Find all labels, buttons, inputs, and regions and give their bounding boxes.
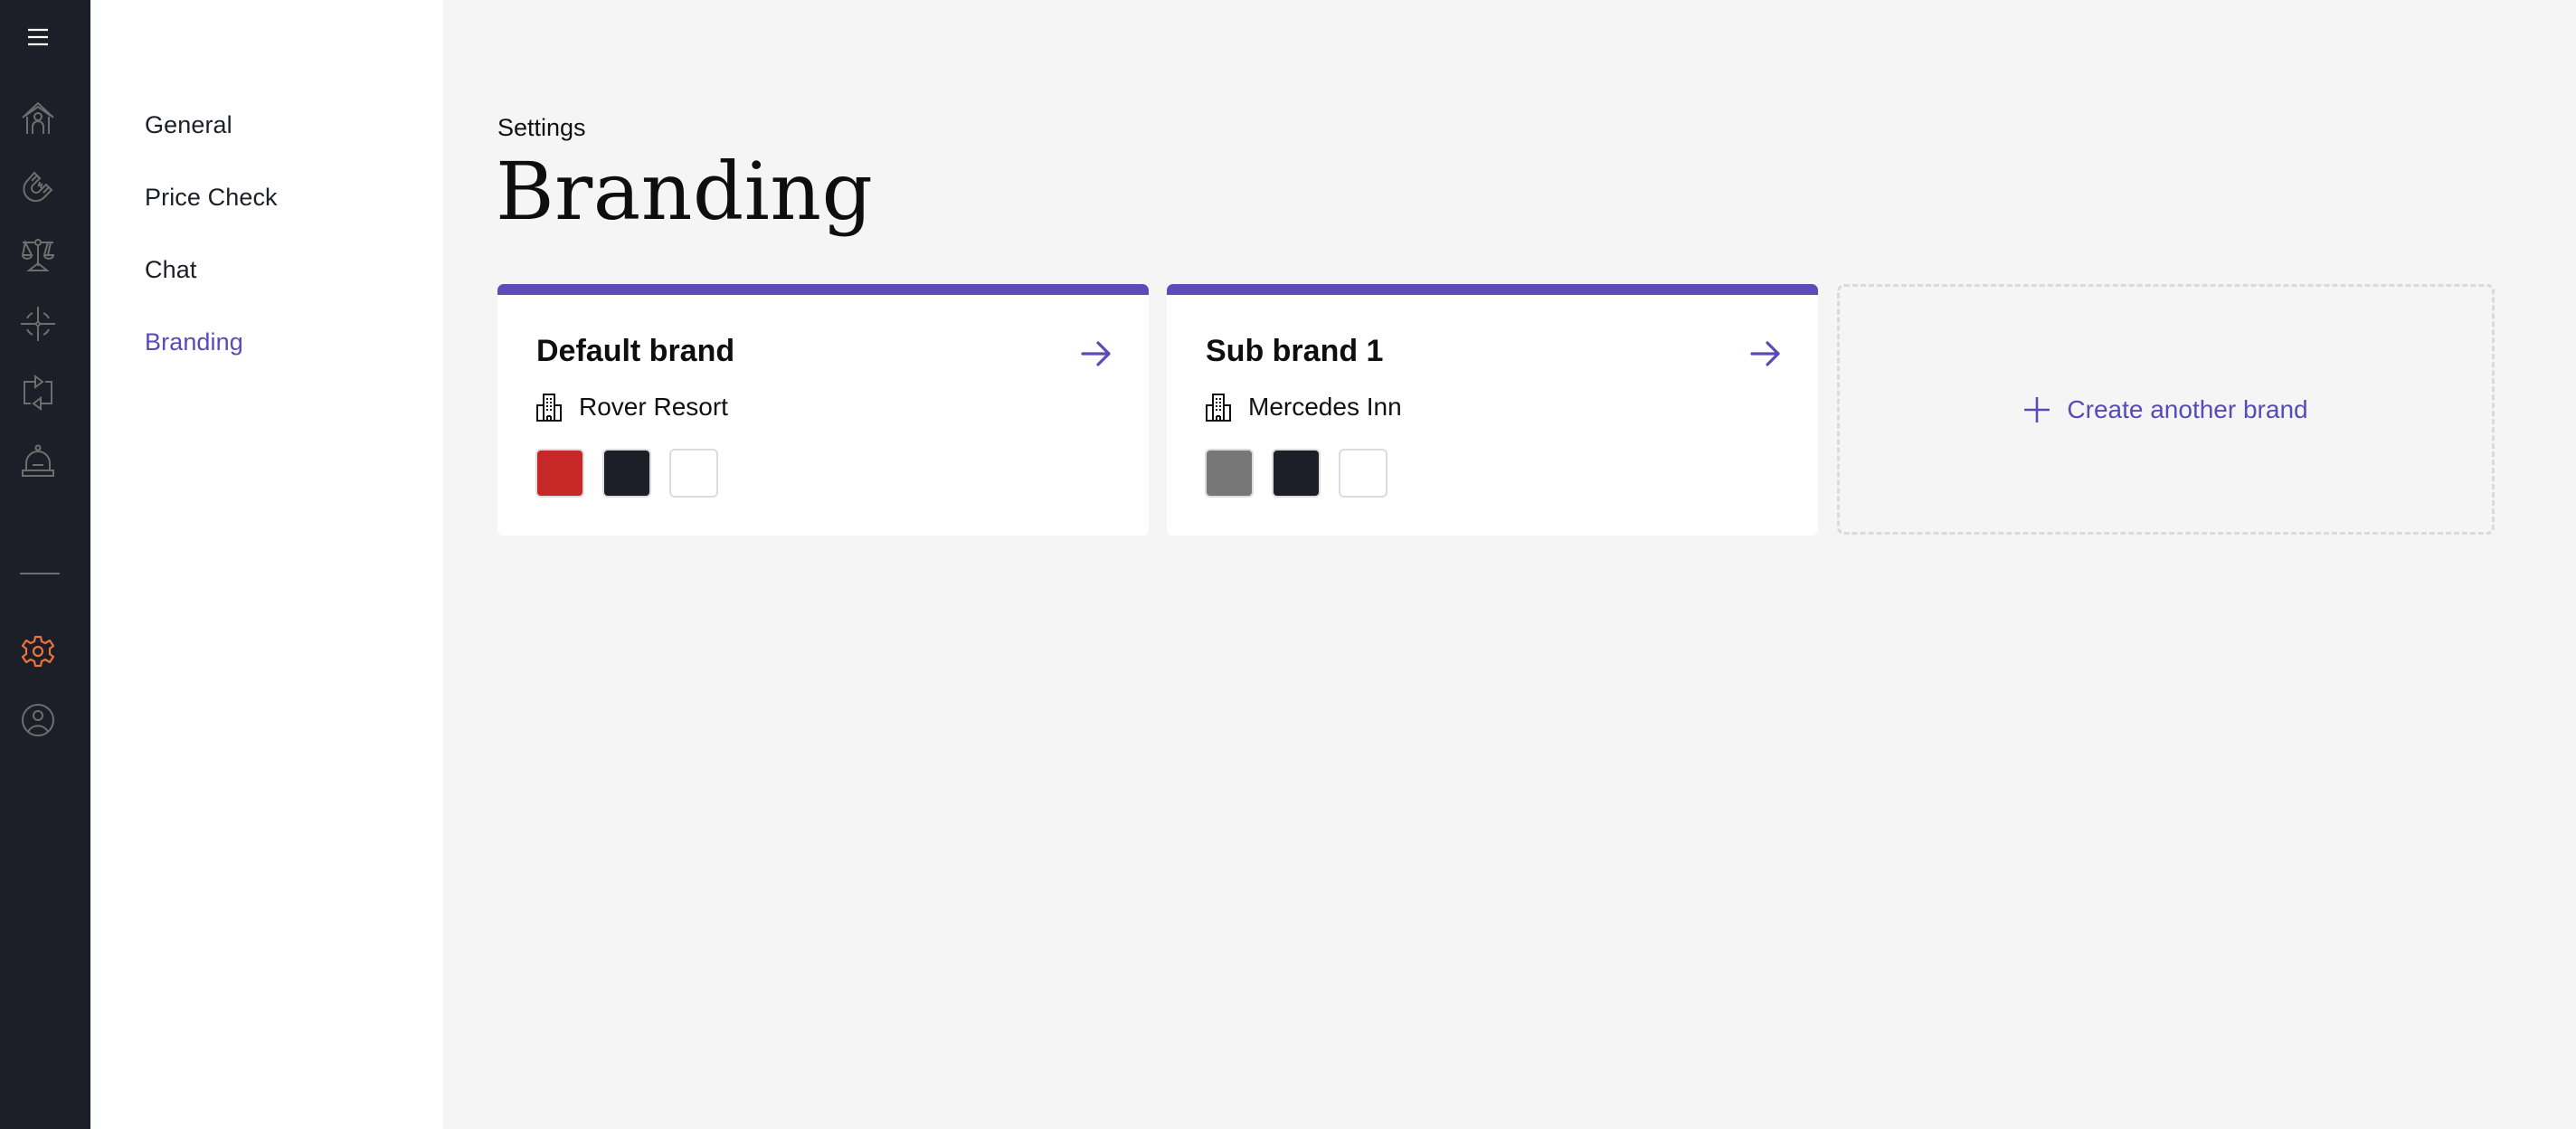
main-content: Settings Branding Default brand Rover Re…: [443, 0, 2576, 1129]
home-person-icon: [22, 101, 54, 134]
color-swatch-secondary[interactable]: [602, 449, 651, 498]
settings-nav: General Price Check Chat Branding: [90, 0, 443, 1129]
color-swatch-background[interactable]: [1339, 449, 1387, 498]
rail-divider: [20, 573, 60, 574]
settings-nav-branding[interactable]: Branding: [145, 328, 243, 356]
gear-icon: [21, 635, 55, 668]
building-icon: [1206, 394, 1231, 422]
settings-nav-chat[interactable]: Chat: [145, 256, 196, 284]
hotel-name: Mercedes Inn: [1248, 393, 1402, 421]
app-rail: [0, 0, 90, 1129]
target-icon: [21, 307, 55, 341]
page-title: Branding: [496, 145, 874, 238]
rail-item-profile[interactable]: [20, 702, 56, 738]
rail-item-home[interactable]: [20, 100, 56, 136]
color-swatches: [535, 449, 718, 498]
settings-nav-price-check[interactable]: Price Check: [145, 184, 278, 212]
color-swatch-primary[interactable]: [535, 449, 584, 498]
plus-icon: [2024, 396, 2050, 422]
create-brand-content: Create another brand: [2023, 394, 2308, 424]
brand-name: Default brand: [536, 334, 735, 368]
breadcrumb: Settings: [497, 114, 586, 141]
menu-button[interactable]: [20, 19, 56, 55]
brand-name: Sub brand 1: [1206, 334, 1384, 368]
settings-nav-general[interactable]: General: [145, 111, 232, 139]
rail-item-repeat[interactable]: [20, 375, 56, 411]
rail-item-magnet[interactable]: [20, 168, 56, 204]
arrow-right-icon[interactable]: [1080, 340, 1113, 367]
arrow-right-icon[interactable]: [1749, 340, 1782, 367]
brand-card[interactable]: Default brand Rover Resort: [497, 284, 1149, 536]
building-icon: [536, 394, 562, 422]
create-brand-label: Create another brand: [2067, 394, 2308, 423]
rail-item-settings[interactable]: [20, 633, 56, 669]
rail-item-scale[interactable]: [20, 237, 56, 273]
rail-item-bell[interactable]: [20, 443, 56, 479]
color-swatch-background[interactable]: [669, 449, 718, 498]
repeat-icon: [24, 375, 52, 411]
color-swatch-primary[interactable]: [1205, 449, 1254, 498]
hotel-name: Rover Resort: [579, 393, 728, 421]
scale-icon: [21, 239, 55, 271]
color-swatches: [1205, 449, 1387, 498]
menu-icon: [28, 28, 48, 46]
user-circle-icon: [22, 704, 54, 736]
magnet-icon: [23, 171, 53, 203]
brand-card-accent-bar: [1167, 284, 1818, 295]
rail-item-target[interactable]: [20, 306, 56, 342]
brand-card[interactable]: Sub brand 1 Mercedes Inn: [1167, 284, 1818, 536]
brand-hotel: Mercedes Inn: [1205, 393, 1402, 422]
create-brand-button[interactable]: Create another brand: [1837, 284, 2495, 535]
brand-card-accent-bar: [497, 284, 1149, 295]
bell-icon: [22, 444, 54, 477]
brand-hotel: Rover Resort: [535, 393, 728, 422]
color-swatch-secondary[interactable]: [1272, 449, 1321, 498]
